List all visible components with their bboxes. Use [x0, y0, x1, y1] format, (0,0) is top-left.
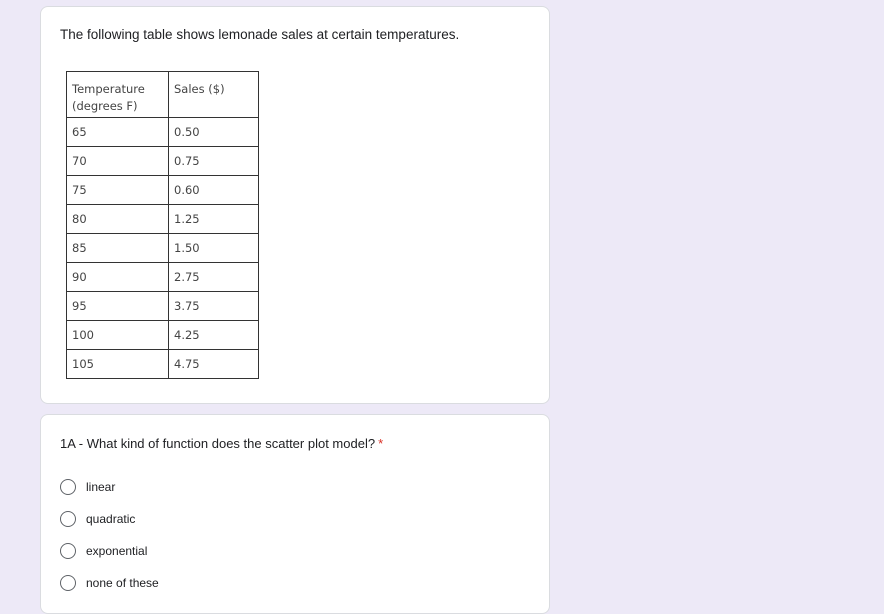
cell-sales: 1.25: [168, 204, 259, 234]
cell-sales: 4.25: [168, 320, 259, 350]
table-row: 70 0.75: [66, 146, 259, 176]
option-label: quadratic: [86, 512, 136, 526]
table-row: 95 3.75: [66, 291, 259, 321]
sales-table: Temperature (degrees F) Sales ($) 65 0.50…: [66, 71, 259, 379]
cell-temperature: 70: [66, 146, 169, 176]
radio-button[interactable]: [60, 543, 76, 559]
header-temperature: Temperature (degrees F): [66, 71, 169, 118]
table-row: 85 1.50: [66, 233, 259, 263]
cell-temperature: 105: [66, 349, 169, 379]
cell-sales: 1.50: [168, 233, 259, 263]
table-row: 105 4.75: [66, 349, 259, 379]
option-quadratic[interactable]: quadratic: [60, 503, 159, 535]
cell-sales: 2.75: [168, 262, 259, 292]
cell-sales: 4.75: [168, 349, 259, 379]
cell-sales: 0.75: [168, 146, 259, 176]
cell-sales: 0.50: [168, 117, 259, 147]
option-label: exponential: [86, 544, 148, 558]
option-linear[interactable]: linear: [60, 471, 159, 503]
table-row: 75 0.60: [66, 175, 259, 205]
table-row: 80 1.25: [66, 204, 259, 234]
cell-temperature: 95: [66, 291, 169, 321]
required-asterisk: *: [378, 436, 384, 451]
cell-temperature: 90: [66, 262, 169, 292]
table-row: 90 2.75: [66, 262, 259, 292]
table-row: 100 4.25: [66, 320, 259, 350]
option-none-of-these[interactable]: none of these: [60, 567, 159, 599]
cell-temperature: 80: [66, 204, 169, 234]
cell-temperature: 85: [66, 233, 169, 263]
description-text: The following table shows lemonade sales…: [60, 27, 460, 42]
cell-temperature: 100: [66, 320, 169, 350]
radio-button[interactable]: [60, 479, 76, 495]
cell-temperature: 65: [66, 117, 169, 147]
table-header-row: Temperature (degrees F) Sales ($): [66, 71, 259, 118]
cell-sales: 0.60: [168, 175, 259, 205]
radio-button[interactable]: [60, 575, 76, 591]
option-exponential[interactable]: exponential: [60, 535, 159, 567]
cell-sales: 3.75: [168, 291, 259, 321]
radio-group: linear quadratic exponential none of the…: [60, 471, 159, 599]
header-sales: Sales ($): [168, 71, 259, 118]
radio-button[interactable]: [60, 511, 76, 527]
table-row: 65 0.50: [66, 117, 259, 147]
option-label: linear: [86, 480, 116, 494]
question-card: 1A - What kind of function does the scat…: [40, 414, 550, 614]
cell-temperature: 75: [66, 175, 169, 205]
question-title: 1A - What kind of function does the scat…: [60, 436, 384, 451]
description-card: The following table shows lemonade sales…: [40, 6, 550, 404]
option-label: none of these: [86, 576, 159, 590]
